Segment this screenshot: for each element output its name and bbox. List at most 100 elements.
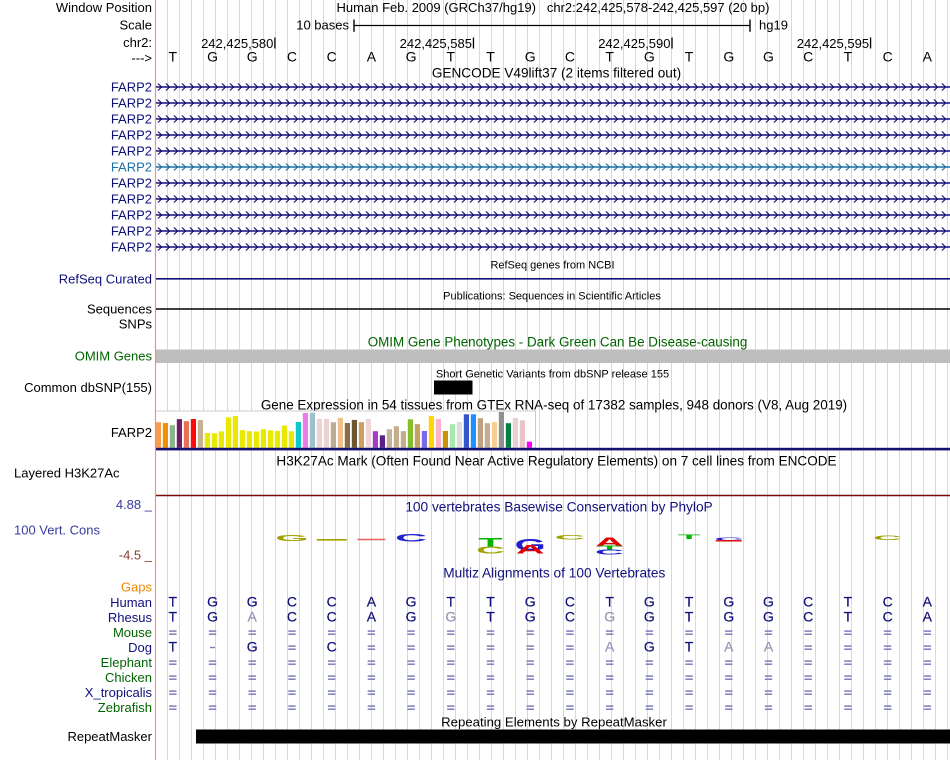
svg-text:FARP2: FARP2 [111, 176, 152, 191]
svg-text:T: T [605, 593, 614, 609]
svg-text:--->: ---> [131, 51, 152, 66]
svg-text:T: T [685, 638, 694, 654]
svg-text:Layered H3K27Ac: Layered H3K27Ac [14, 466, 120, 481]
svg-text:Scale: Scale [119, 18, 152, 33]
svg-text:G: G [406, 593, 417, 609]
svg-text:Window Position: Window Position [56, 0, 152, 15]
svg-text:T: T [169, 608, 178, 624]
svg-text:T: T [685, 608, 694, 624]
svg-text:T: T [447, 49, 456, 65]
svg-text:C: C [595, 548, 624, 556]
svg-text:C: C [803, 49, 813, 65]
svg-text:4.88 _: 4.88 _ [116, 497, 153, 512]
svg-text:T: T [605, 49, 614, 65]
svg-text:C: C [287, 49, 297, 65]
svg-text:G: G [525, 49, 536, 65]
svg-text:G: G [723, 608, 734, 624]
svg-text:G: G [604, 608, 615, 624]
svg-text:Multiz Alignments of 100 Verte: Multiz Alignments of 100 Vertebrates [443, 566, 665, 581]
svg-text:Dog: Dog [128, 640, 152, 655]
svg-text:T: T [685, 593, 694, 609]
svg-text:G: G [275, 533, 308, 542]
svg-text:C: C [803, 593, 813, 609]
svg-text:G: G [247, 638, 258, 654]
svg-text:C: C [327, 638, 337, 654]
svg-text:G: G [723, 49, 734, 65]
svg-text:G: G [247, 49, 258, 65]
svg-text:C: C [287, 608, 297, 624]
svg-text:T: T [169, 638, 178, 654]
svg-text:T: T [844, 608, 853, 624]
svg-text:RefSeq genes from NCBI: RefSeq genes from NCBI [490, 260, 614, 272]
svg-text:G: G [525, 593, 536, 609]
svg-text:hg19: hg19 [759, 18, 788, 33]
svg-text:T: T [844, 593, 853, 609]
svg-text:X_tropicalis: X_tropicalis [85, 685, 153, 700]
svg-text:GENCODE V49lift37 (2 items fil: GENCODE V49lift37 (2 items filtered out) [432, 66, 681, 81]
svg-text:Short Genetic Variants from db: Short Genetic Variants from dbSNP releas… [436, 369, 669, 381]
svg-text:G: G [644, 593, 655, 609]
svg-text:C: C [554, 534, 585, 541]
svg-text:C: C [327, 593, 337, 609]
svg-text:T: T [678, 533, 701, 540]
svg-text:C: C [803, 608, 813, 624]
svg-text:C: C [395, 532, 427, 544]
svg-text:T: T [486, 49, 495, 65]
svg-text:FARP2: FARP2 [111, 224, 152, 239]
svg-text:Human: Human [110, 595, 152, 610]
svg-text:FARP2: FARP2 [111, 144, 152, 159]
svg-text:10 bases: 10 bases [296, 18, 349, 33]
svg-text:100 vertebrates Basewise Conse: 100 vertebrates Basewise Conservation by… [405, 500, 712, 515]
svg-text:H3K27Ac Mark (Often Found Near: H3K27Ac Mark (Often Found Near Active Re… [276, 454, 836, 469]
svg-text:G: G [207, 608, 218, 624]
svg-text:A: A [516, 543, 545, 556]
svg-text:SNPs: SNPs [119, 317, 153, 332]
svg-text:C: C [327, 608, 337, 624]
svg-text:chr2:: chr2: [123, 35, 152, 50]
svg-text:FARP2: FARP2 [111, 128, 152, 143]
svg-text:FARP2: FARP2 [111, 80, 152, 95]
svg-text:T: T [685, 49, 694, 65]
svg-text:Gaps: Gaps [121, 580, 153, 595]
svg-text:Elephant: Elephant [101, 655, 153, 670]
svg-text:Gene Expression in 54 tissues: Gene Expression in 54 tissues from GTEx … [261, 398, 847, 413]
svg-text:T: T [486, 608, 495, 624]
svg-text:100 Vert. Cons: 100 Vert. Cons [14, 523, 100, 538]
svg-text:A: A [764, 638, 774, 654]
svg-text:T: T [169, 593, 178, 609]
svg-text:G: G [445, 608, 456, 624]
svg-text:T: T [447, 593, 456, 609]
svg-text:T: T [486, 593, 495, 609]
svg-text:A: A [923, 593, 933, 609]
svg-text:RefSeq Curated: RefSeq Curated [59, 272, 152, 287]
svg-text:Sequences: Sequences [87, 302, 153, 317]
svg-text:G: G [763, 608, 774, 624]
svg-text:Mouse: Mouse [113, 625, 152, 640]
svg-text:G: G [207, 49, 218, 65]
svg-text:G: G [406, 608, 417, 624]
svg-text:G: G [207, 593, 218, 609]
svg-text:C: C [565, 593, 575, 609]
svg-text:-4.5 _: -4.5 _ [119, 548, 153, 563]
svg-text:G: G [406, 49, 417, 65]
svg-text:T: T [169, 49, 178, 65]
svg-text:Rhesus: Rhesus [108, 610, 153, 625]
svg-text:G: G [723, 593, 734, 609]
svg-text:Chicken: Chicken [105, 670, 152, 685]
svg-text:FARP2: FARP2 [111, 96, 152, 111]
svg-text:A: A [724, 638, 734, 654]
svg-text:FARP2: FARP2 [111, 192, 152, 207]
svg-text:FARP2: FARP2 [111, 160, 152, 175]
svg-text:A: A [367, 593, 377, 609]
svg-text:A: A [605, 638, 615, 654]
svg-text:C: C [883, 49, 893, 65]
svg-text:C: C [287, 593, 297, 609]
svg-text:A: A [248, 608, 258, 624]
svg-text:C: C [476, 545, 505, 556]
svg-text:RepeatMasker: RepeatMasker [67, 729, 152, 744]
svg-text:Common dbSNP(155): Common dbSNP(155) [24, 380, 152, 395]
svg-text:Repeating Elements by RepeatMa: Repeating Elements by RepeatMasker [441, 715, 667, 730]
svg-text:Publications: Sequences in Sci: Publications: Sequences in Scientific Ar… [443, 291, 661, 303]
svg-text:C: C [883, 593, 893, 609]
svg-text:G: G [644, 49, 655, 65]
